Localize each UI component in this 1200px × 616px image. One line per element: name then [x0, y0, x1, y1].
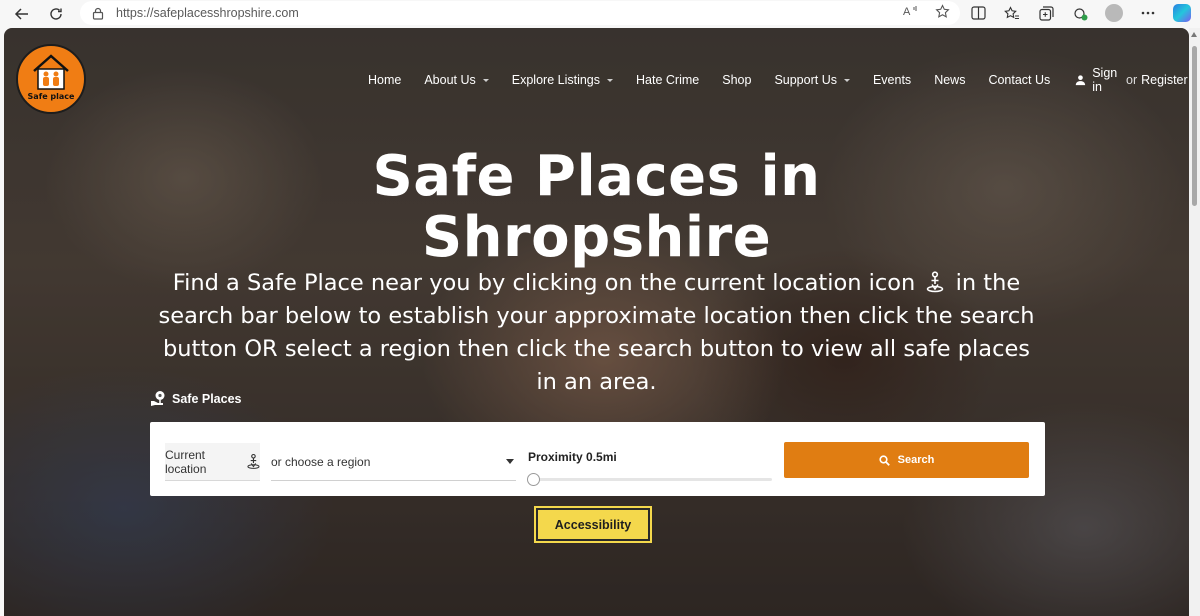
nav-item-shop[interactable]: Shop	[722, 73, 751, 87]
logo-caption: Safe place	[27, 92, 75, 101]
search-icon	[879, 454, 890, 466]
or-text: or	[1126, 73, 1138, 87]
scroll-up-arrow-icon[interactable]	[1191, 32, 1197, 37]
chevron-down-icon	[482, 78, 489, 82]
nav-item-label: Events	[872, 73, 912, 87]
nav-item-home[interactable]: Home	[368, 73, 401, 87]
account-links: Sign in or Register	[1075, 66, 1188, 94]
proximity-slider-track[interactable]	[528, 478, 772, 481]
dropdown-arrow-icon	[506, 459, 514, 464]
current-location-label: Current location	[165, 447, 207, 476]
accessibility-button[interactable]: Accessibility	[534, 506, 652, 543]
accessibility-label: Accessibility	[554, 517, 632, 532]
map-pin-hand-icon	[151, 391, 165, 406]
region-select[interactable]: or choose a region	[271, 443, 516, 481]
current-location-field[interactable]: Current location	[165, 443, 260, 481]
user-icon	[1076, 75, 1086, 86]
page-scrollbar[interactable]	[1189, 28, 1200, 616]
nav-item-events[interactable]: Events	[873, 73, 911, 87]
subtitle-part-1: Find a Safe Place near you by clicking o…	[172, 270, 916, 296]
title-line-2: Shropshire	[421, 205, 772, 270]
main-navigation: Home About Us Explore Listings Hate Crim…	[368, 66, 1189, 94]
house-family-icon	[33, 54, 69, 90]
nav-item-support-us[interactable]: Support Us	[774, 73, 850, 87]
locate-me-icon[interactable]	[247, 453, 260, 470]
favorite-star-icon[interactable]	[935, 4, 950, 22]
current-location-icon	[927, 271, 944, 293]
nav-item-label: News	[934, 73, 966, 87]
nav-item-explore-listings[interactable]: Explore Listings	[511, 73, 614, 87]
nav-item-contact-us[interactable]: Contact Us	[988, 73, 1050, 87]
nav-item-label: Hate Crime	[636, 73, 700, 87]
nav-item-news[interactable]: News	[934, 73, 965, 87]
address-bar[interactable]: https://safeplacesshropshire.com A	[80, 1, 960, 25]
extensions-icon[interactable]	[1070, 3, 1090, 23]
chevron-down-icon	[843, 78, 850, 82]
title-line-1: Safe Places in	[372, 144, 821, 209]
sign-in-link[interactable]: Sign in	[1092, 66, 1122, 94]
read-aloud-icon[interactable]: A	[903, 4, 919, 22]
nav-item-label: Support Us	[774, 73, 837, 87]
url-text: https://safeplacesshropshire.com	[116, 6, 299, 20]
search-button[interactable]: Search	[784, 442, 1029, 478]
search-button-label: Search	[897, 454, 935, 466]
back-icon[interactable]	[8, 1, 36, 27]
register-link[interactable]: Register	[1141, 73, 1188, 87]
svg-text:A: A	[903, 6, 911, 18]
copilot-icon[interactable]	[1172, 3, 1192, 23]
hero-section: Safe place Home About Us Explore Listing…	[4, 28, 1189, 616]
more-options-icon[interactable]	[1138, 3, 1158, 23]
proximity-label: Proximity 0.5mi	[528, 450, 617, 464]
nav-item-about-us[interactable]: About Us	[424, 73, 489, 87]
profile-avatar[interactable]	[1104, 3, 1124, 23]
nav-item-label: Home	[368, 73, 402, 87]
hero-subtitle: Find a Safe Place near you by clicking o…	[154, 267, 1039, 399]
safe-places-label: Safe Places	[172, 391, 242, 406]
collections-icon[interactable]	[1036, 3, 1056, 23]
nav-item-label: Explore Listings	[511, 73, 601, 87]
nav-item-label: Shop	[722, 73, 752, 87]
lock-icon[interactable]	[92, 6, 106, 20]
refresh-icon[interactable]	[42, 1, 70, 27]
favorites-icon[interactable]	[1002, 3, 1022, 23]
nav-item-hate-crime[interactable]: Hate Crime	[636, 73, 699, 87]
nav-item-label: Contact Us	[988, 73, 1051, 87]
chevron-down-icon	[607, 78, 614, 82]
scrollbar-thumb[interactable]	[1192, 46, 1197, 206]
page-title: Safe Places in Shropshire	[4, 146, 1189, 268]
browser-toolbar: https://safeplacesshropshire.com A	[0, 0, 1200, 28]
search-panel: Current location or choose a region Prox…	[150, 422, 1045, 496]
nav-item-label: About Us	[424, 73, 476, 87]
region-placeholder: or choose a region	[271, 454, 371, 469]
split-screen-icon[interactable]	[968, 3, 988, 23]
site-logo[interactable]: Safe place	[16, 44, 86, 114]
safe-places-heading: Safe Places	[150, 390, 242, 407]
proximity-slider-handle[interactable]	[527, 473, 540, 486]
